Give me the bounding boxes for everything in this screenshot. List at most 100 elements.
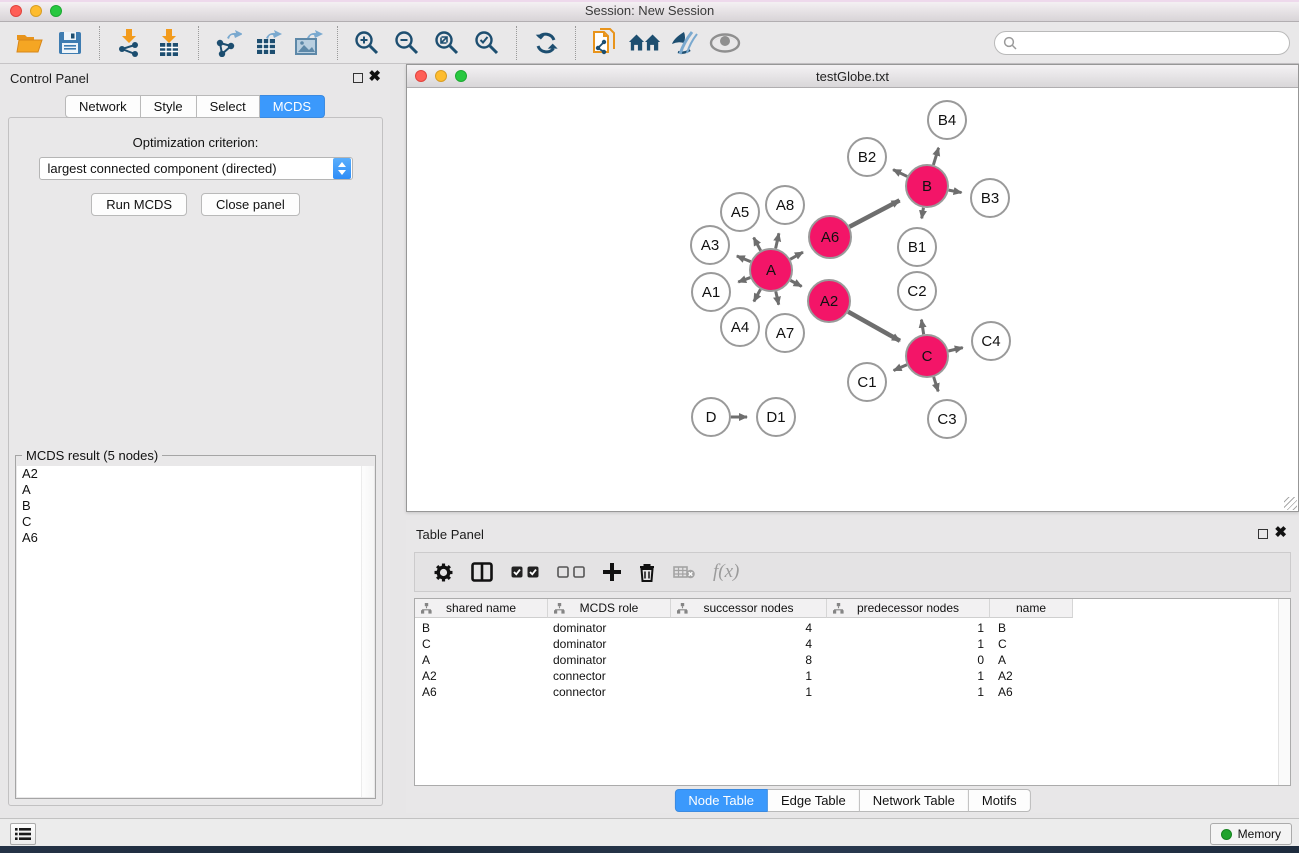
node-A6[interactable]: A6 bbox=[809, 216, 851, 258]
open-file-icon[interactable] bbox=[13, 26, 47, 60]
criterion-select[interactable]: largest connected component (directed) bbox=[39, 157, 353, 180]
column-header-shared-name[interactable]: shared name bbox=[415, 599, 548, 618]
node-D[interactable]: D bbox=[692, 398, 730, 436]
tab-network[interactable]: Network bbox=[65, 95, 141, 118]
memory-button[interactable]: Memory bbox=[1210, 823, 1292, 845]
edge-C-C2[interactable] bbox=[921, 320, 923, 335]
edge-B-B2[interactable] bbox=[893, 170, 907, 177]
result-item[interactable]: A6 bbox=[17, 530, 374, 546]
tab-select[interactable]: Select bbox=[197, 95, 260, 118]
network-canvas[interactable]: B4 B2 B B3 A8A5 A6 B1 A3 A C2 A1 A2 A4A7 C C4 C1 C3 D D1 bbox=[407, 88, 1298, 511]
node-A5[interactable]: A5 bbox=[721, 193, 759, 231]
mcds-result-list[interactable]: A2ABCA6 bbox=[17, 466, 374, 797]
tab-node-table[interactable]: Node Table bbox=[674, 789, 768, 812]
edge-A-A8[interactable] bbox=[776, 233, 779, 248]
node-B1[interactable]: B1 bbox=[898, 228, 936, 266]
save-session-icon[interactable] bbox=[53, 26, 87, 60]
search-input[interactable] bbox=[1017, 34, 1289, 52]
node-D1[interactable]: D1 bbox=[757, 398, 795, 436]
zoom-in-icon[interactable] bbox=[350, 26, 384, 60]
tab-edge-table[interactable]: Edge Table bbox=[768, 789, 860, 812]
function-builder-icon[interactable]: f(x) bbox=[713, 555, 739, 589]
select-all-icon[interactable] bbox=[511, 555, 539, 589]
network-window-titlebar[interactable]: testGlobe.txt bbox=[407, 65, 1298, 88]
node-A2[interactable]: A2 bbox=[808, 280, 850, 322]
tab-mcds[interactable]: MCDS bbox=[260, 95, 325, 118]
table-row[interactable]: Adominator80A bbox=[415, 652, 1278, 668]
deselect-all-icon[interactable] bbox=[557, 555, 585, 589]
node-A[interactable]: A bbox=[750, 249, 792, 291]
add-column-icon[interactable] bbox=[603, 555, 621, 589]
edge-B-B4[interactable] bbox=[933, 148, 938, 165]
result-item[interactable]: B bbox=[17, 498, 374, 514]
import-network-icon[interactable] bbox=[112, 26, 146, 60]
tab-network-table[interactable]: Network Table bbox=[860, 789, 969, 812]
edge-A-A4[interactable] bbox=[754, 289, 761, 301]
table-row[interactable]: A2connector11A2 bbox=[415, 668, 1278, 684]
node-B[interactable]: B bbox=[906, 165, 948, 207]
tab-motifs[interactable]: Motifs bbox=[969, 789, 1031, 812]
edge-B-B3[interactable] bbox=[949, 190, 962, 192]
edge-A2-C[interactable] bbox=[848, 312, 900, 341]
edge-A-A6[interactable] bbox=[790, 252, 803, 259]
refresh-icon[interactable] bbox=[529, 26, 563, 60]
zoom-fit-icon[interactable] bbox=[430, 26, 464, 60]
column-view-icon[interactable] bbox=[471, 555, 493, 589]
node-A8[interactable]: A8 bbox=[766, 186, 804, 224]
table-row[interactable]: Bdominator41B bbox=[415, 620, 1278, 636]
table-row[interactable]: Cdominator41C bbox=[415, 636, 1278, 652]
node-B3[interactable]: B3 bbox=[971, 179, 1009, 217]
edge-A6-B[interactable] bbox=[849, 200, 899, 226]
node-B2[interactable]: B2 bbox=[848, 138, 886, 176]
node-A1[interactable]: A1 bbox=[692, 273, 730, 311]
node-C2[interactable]: C2 bbox=[898, 272, 936, 310]
search-field[interactable] bbox=[994, 31, 1290, 55]
edge-A-A1[interactable] bbox=[738, 278, 750, 282]
close-table-panel-icon[interactable]: ✖ bbox=[1274, 524, 1287, 542]
result-item[interactable]: A bbox=[17, 482, 374, 498]
show-all-networks-icon[interactable] bbox=[628, 26, 662, 60]
clone-network-icon[interactable] bbox=[588, 26, 622, 60]
edge-C-C3[interactable] bbox=[934, 377, 939, 391]
node-A7[interactable]: A7 bbox=[766, 314, 804, 352]
column-header-MCDS-role[interactable]: MCDS role bbox=[548, 599, 671, 618]
run-mcds-button[interactable]: Run MCDS bbox=[91, 193, 187, 216]
edge-B-B1[interactable] bbox=[922, 208, 924, 219]
float-table-panel-icon[interactable] bbox=[1258, 529, 1268, 539]
zoom-selected-icon[interactable] bbox=[470, 26, 504, 60]
import-table-icon[interactable] bbox=[152, 26, 186, 60]
column-header-name[interactable]: name bbox=[990, 599, 1073, 618]
close-panel-icon[interactable]: ✖ bbox=[368, 68, 381, 86]
edge-A-A5[interactable] bbox=[754, 238, 761, 251]
edge-A-A2[interactable] bbox=[790, 280, 801, 286]
node-C[interactable]: C bbox=[906, 335, 948, 377]
gear-icon[interactable] bbox=[434, 555, 453, 589]
resize-grip-icon[interactable] bbox=[1284, 497, 1297, 510]
export-image-icon[interactable] bbox=[291, 26, 325, 60]
node-C4[interactable]: C4 bbox=[972, 322, 1010, 360]
tab-style[interactable]: Style bbox=[141, 95, 197, 118]
edge-C-C1[interactable] bbox=[894, 365, 907, 371]
delete-column-icon[interactable] bbox=[639, 555, 655, 589]
column-header-successor-nodes[interactable]: successor nodes bbox=[671, 599, 827, 618]
export-network-icon[interactable] bbox=[211, 26, 245, 60]
result-scrollbar[interactable] bbox=[361, 466, 374, 797]
column-header-predecessor-nodes[interactable]: predecessor nodes bbox=[827, 599, 990, 618]
float-panel-icon[interactable] bbox=[353, 73, 363, 83]
edge-A-A7[interactable] bbox=[776, 291, 779, 304]
node-A3[interactable]: A3 bbox=[691, 226, 729, 264]
hide-graphics-icon[interactable] bbox=[668, 26, 702, 60]
zoom-out-icon[interactable] bbox=[390, 26, 424, 60]
node-B4[interactable]: B4 bbox=[928, 101, 966, 139]
node-C3[interactable]: C3 bbox=[928, 400, 966, 438]
export-table-icon[interactable] bbox=[251, 26, 285, 60]
show-graphics-icon[interactable] bbox=[708, 26, 742, 60]
task-history-icon[interactable] bbox=[10, 823, 36, 845]
result-item[interactable]: A2 bbox=[17, 466, 374, 482]
table-row[interactable]: A6connector11A6 bbox=[415, 684, 1278, 700]
edge-C-C4[interactable] bbox=[948, 348, 962, 351]
node-C1[interactable]: C1 bbox=[848, 363, 886, 401]
result-item[interactable]: C bbox=[17, 514, 374, 530]
delete-table-icon[interactable] bbox=[673, 555, 695, 589]
node-A4[interactable]: A4 bbox=[721, 308, 759, 346]
